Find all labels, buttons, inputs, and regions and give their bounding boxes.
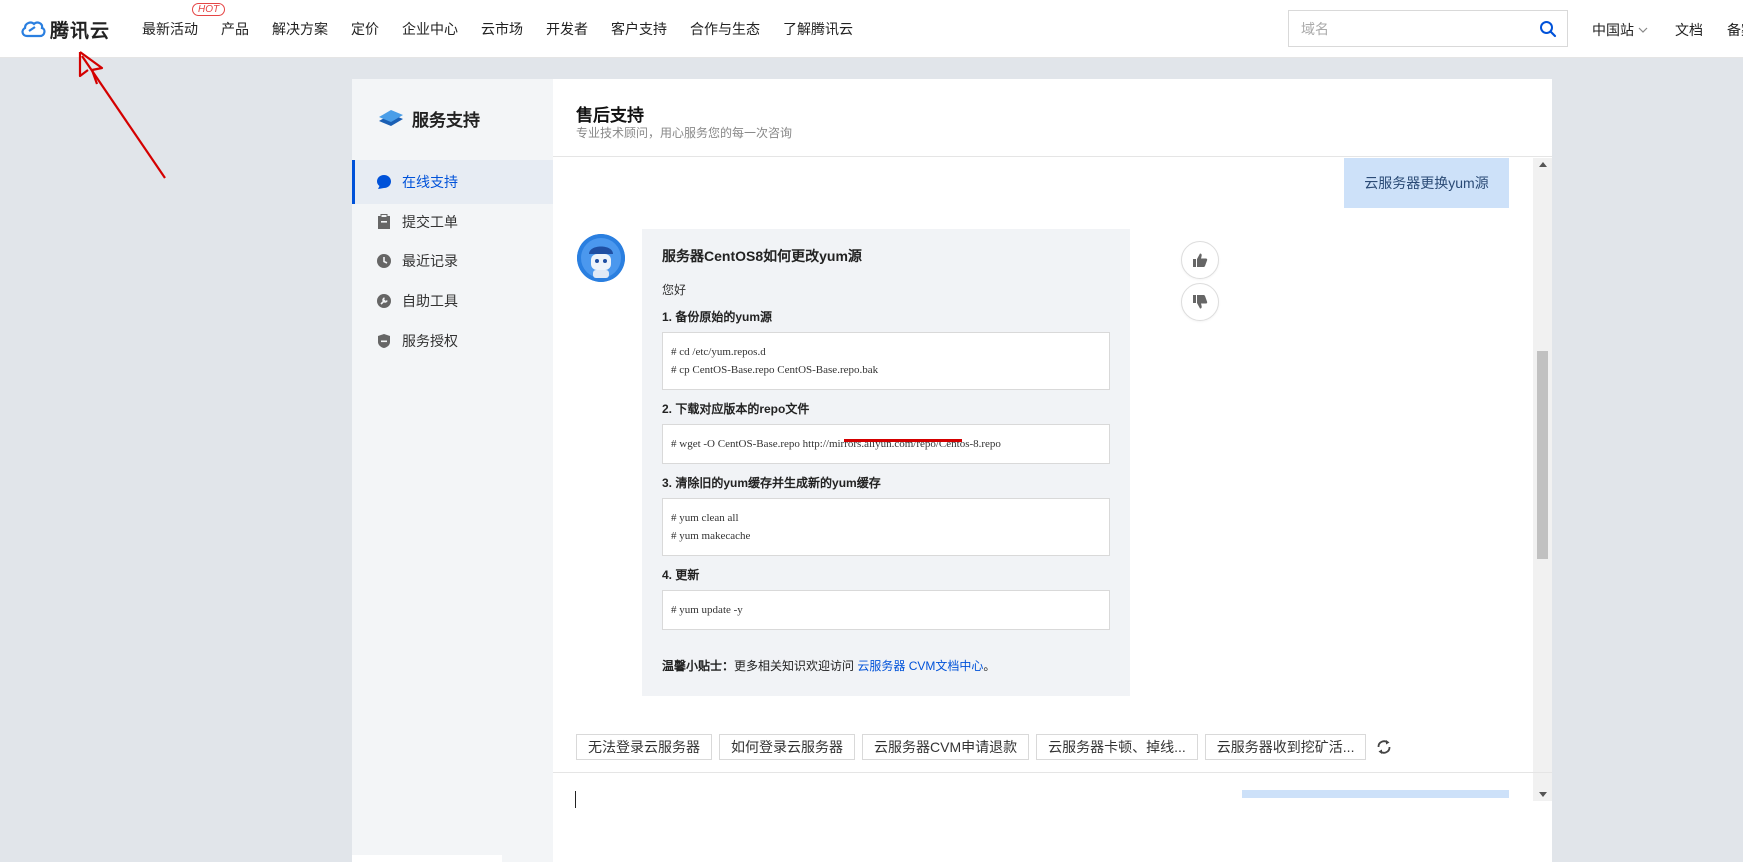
logo[interactable]: 腾讯云 — [20, 15, 110, 43]
sidebar-footer-tab — [352, 855, 502, 862]
service-brand: 服务支持 — [376, 106, 480, 131]
code-block: # yum update -y — [662, 590, 1110, 630]
thumbs-down-button[interactable] — [1181, 283, 1219, 321]
hot-badge: HOT — [192, 3, 226, 16]
nav-item-enterprise[interactable]: 企业中心 — [402, 19, 458, 39]
sidebar-item-label: 在线支持 — [402, 174, 458, 190]
sidebar-item-label: 服务授权 — [402, 333, 458, 349]
panel-header: 售后支持 专业技术顾问，用心服务您的每一次咨询 — [553, 79, 1552, 157]
main-nav: 最新活动 HOT 产品 解决方案 定价 企业中心 云市场 开发者 客户支持 合作… — [142, 0, 876, 58]
annotation-arrow-icon — [78, 51, 166, 179]
sidebar-item-self-service[interactable]: 自助工具 — [352, 279, 553, 323]
nav-item-marketplace[interactable]: 云市场 — [481, 19, 523, 39]
chat-bubble-icon — [377, 175, 391, 189]
sidebar-title: 服务支持 — [412, 111, 480, 130]
search-icon[interactable] — [1539, 20, 1557, 43]
quick-question-chip[interactable]: 云服务器卡顿、掉线... — [1036, 734, 1198, 760]
quick-question-chip[interactable]: 云服务器CVM申请退款 — [862, 734, 1030, 760]
sidebar-item-online-support[interactable]: 在线支持 — [352, 160, 553, 204]
scroll-thumb[interactable] — [1537, 351, 1548, 559]
layers-icon — [379, 109, 403, 126]
answer-greeting: 您好 — [662, 283, 687, 297]
annotation-underline — [844, 439, 962, 442]
nav-item-partners[interactable]: 合作与生态 — [690, 19, 760, 39]
code-block: # wget -O CentOS-Base.repo http://mirror… — [662, 424, 1110, 464]
shield-icon — [378, 334, 390, 348]
tip-text: 更多相关知识欢迎访问 — [734, 659, 858, 673]
region-label: 中国站 — [1592, 22, 1634, 38]
bot-answer-card: 服务器CentOS8如何更改yum源 您好 1. 备份原始的yum源 # cd … — [642, 229, 1130, 696]
nav-item-latest-activity[interactable]: 最新活动 HOT — [142, 3, 226, 39]
chevron-down-icon — [1638, 27, 1648, 33]
logo-text: 腾讯云 — [50, 20, 111, 42]
wrench-icon — [377, 294, 391, 308]
sidebar: 服务支持 在线支持 提交工单 最近记录 自助工具 服务授权 — [352, 79, 553, 862]
main-panel: 售后支持 专业技术顾问，用心服务您的每一次咨询 云服务器更换yum源 服务器Ce… — [553, 79, 1552, 862]
code-line: # wget -O CentOS-Base.repo http://mirror… — [671, 438, 1001, 450]
code-block: # cd /etc/yum.repos.d # cp CentOS-Base.r… — [662, 332, 1110, 390]
answer-title: 服务器CentOS8如何更改yum源 — [662, 248, 862, 264]
tip-label: 温馨小贴士： — [662, 659, 735, 673]
thumbs-up-button[interactable] — [1181, 241, 1219, 279]
region-selector[interactable]: 中国站 — [1592, 20, 1648, 40]
clock-icon — [377, 254, 391, 268]
quick-question-chip[interactable]: 如何登录云服务器 — [719, 734, 855, 760]
thumbs-down-icon — [1193, 295, 1208, 309]
code-line: # yum makecache — [671, 530, 751, 542]
text-caret — [575, 791, 576, 808]
tip-line: 温馨小贴士：更多相关知识欢迎访问 云服务器 CVM文档中心。 — [662, 657, 995, 674]
beian-link[interactable]: 备案 — [1727, 20, 1743, 40]
step-heading: 4. 更新 — [662, 568, 700, 582]
nav-item-pricing[interactable]: 定价 — [351, 19, 379, 39]
nav-item-support[interactable]: 客户支持 — [611, 19, 667, 39]
step-heading: 3. 清除旧的yum缓存并生成新的yum缓存 — [662, 476, 881, 490]
thumbs-up-icon — [1193, 253, 1208, 267]
chat-history[interactable]: 云服务器更换yum源 服务器CentOS8如何更改yum源 您好 1. 备份原始… — [553, 158, 1552, 801]
sidebar-item-service-authorization[interactable]: 服务授权 — [352, 319, 553, 363]
sidebar-item-recent-records[interactable]: 最近记录 — [352, 239, 553, 283]
clipboard-icon — [378, 214, 390, 229]
robot-avatar-icon — [577, 234, 625, 282]
sidebar-item-label: 提交工单 — [402, 214, 458, 230]
code-block: # yum clean all # yum makecache — [662, 498, 1110, 556]
cloud-logo-icon — [21, 21, 46, 38]
nav-item-products[interactable]: 产品 — [221, 19, 249, 39]
quick-questions: 无法登录云服务器 如何登录云服务器 云服务器CVM申请退款 云服务器卡顿、掉线.… — [576, 734, 1393, 760]
refresh-icon[interactable] — [1375, 738, 1393, 756]
user-message-bubble: 云服务器更换yum源 — [1344, 158, 1509, 208]
page-title: 售后支持 — [576, 106, 644, 125]
code-line: # yum update -y — [671, 604, 743, 616]
page-subtitle: 专业技术顾问，用心服务您的每一次咨询 — [576, 126, 793, 140]
top-navbar: 腾讯云 最新活动 HOT 产品 解决方案 定价 企业中心 云市场 开发者 客户支… — [0, 0, 1743, 58]
sidebar-item-label: 自助工具 — [402, 293, 458, 309]
code-line: # cd /etc/yum.repos.d — [671, 346, 766, 358]
nav-item-label: 最新活动 — [142, 21, 198, 37]
message-input[interactable] — [553, 772, 1552, 862]
sidebar-item-label: 最近记录 — [402, 253, 458, 269]
nav-item-about[interactable]: 了解腾讯云 — [783, 19, 853, 39]
nav-item-developers[interactable]: 开发者 — [546, 19, 588, 39]
step-heading: 1. 备份原始的yum源 — [662, 310, 773, 324]
tip-end: 。 — [983, 659, 996, 673]
quick-question-chip[interactable]: 无法登录云服务器 — [576, 734, 712, 760]
nav-item-solutions[interactable]: 解决方案 — [272, 19, 328, 39]
code-line: # yum clean all — [671, 512, 739, 524]
scroll-up-icon[interactable] — [1539, 162, 1547, 167]
search-box — [1288, 10, 1568, 47]
docs-link[interactable]: 文档 — [1675, 20, 1703, 40]
bot-avatar — [577, 234, 625, 282]
step-heading: 2. 下载对应版本的repo文件 — [662, 402, 810, 416]
code-line: # cp CentOS-Base.repo CentOS-Base.repo.b… — [671, 364, 879, 376]
quick-question-chip[interactable]: 云服务器收到挖矿活... — [1204, 734, 1367, 760]
sidebar-item-submit-ticket[interactable]: 提交工单 — [352, 200, 553, 244]
support-card: 服务支持 在线支持 提交工单 最近记录 自助工具 服务授权 售后支持 专业技术顾… — [352, 79, 1552, 862]
cvm-docs-link[interactable]: 云服务器 CVM文档中心 — [857, 659, 983, 673]
chat-scrollbar[interactable] — [1533, 158, 1552, 801]
search-input[interactable] — [1301, 20, 1521, 38]
